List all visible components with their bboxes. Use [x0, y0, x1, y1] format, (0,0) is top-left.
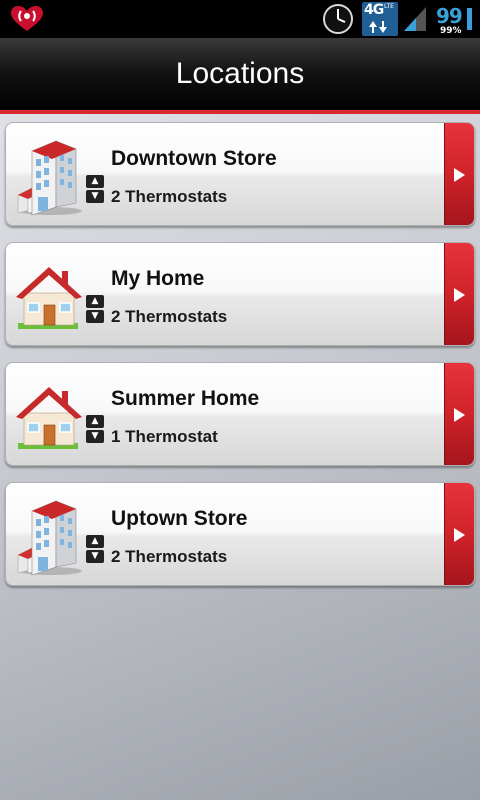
- location-name: Summer Home: [111, 387, 260, 410]
- thermostat-count: 1 Thermostat: [111, 427, 218, 446]
- location-row-uptown-store[interactable]: ▲ ▼ Uptown Store 2 Thermostats: [5, 482, 475, 586]
- move-up-button[interactable]: ▲: [86, 175, 104, 188]
- battery-percent: 99%: [440, 26, 462, 36]
- signal-strength-icon: [404, 7, 426, 31]
- network-4g-indicator: 4G LTE: [362, 2, 398, 36]
- battery-indicator: 99 99%: [436, 2, 472, 36]
- move-down-button[interactable]: ▼: [86, 310, 104, 323]
- house-icon: [16, 387, 82, 449]
- location-name: Uptown Store: [111, 507, 248, 530]
- thermostat-count: 2 Thermostats: [111, 187, 228, 206]
- building-icon: [17, 140, 82, 216]
- iheartradio-icon: [11, 6, 43, 31]
- app-header: Locations: [0, 38, 480, 114]
- location-row-my-home[interactable]: ▲ ▼ My Home 2 Thermostats: [5, 242, 475, 346]
- building-icon: [17, 500, 82, 576]
- data-arrows-icon: [369, 21, 387, 33]
- chevron-right-icon: [454, 528, 465, 542]
- reorder-control: ▲ ▼: [86, 415, 104, 445]
- move-down-button[interactable]: ▼: [86, 190, 104, 203]
- reorder-control: ▲ ▼: [86, 535, 104, 565]
- chevron-right-icon: [454, 168, 465, 182]
- move-down-button[interactable]: ▼: [86, 550, 104, 563]
- page-title: Locations: [175, 57, 305, 90]
- chevron-right-icon: [454, 288, 465, 302]
- location-row-summer-home[interactable]: ▲ ▼ Summer Home 1 Thermostat: [5, 362, 475, 466]
- network-sub-label: LTE: [384, 3, 394, 10]
- location-row-downtown-store[interactable]: ▲ ▼ Downtown Store 2 Thermostats: [5, 122, 475, 226]
- move-up-button[interactable]: ▲: [86, 295, 104, 308]
- house-icon: [16, 267, 82, 329]
- move-down-button[interactable]: ▼: [86, 430, 104, 443]
- status-bar: 4G LTE 99 99%: [0, 0, 480, 38]
- move-up-button[interactable]: ▲: [86, 415, 104, 428]
- open-location-button[interactable]: [444, 483, 474, 585]
- open-location-button[interactable]: [444, 363, 474, 465]
- location-name: Downtown Store: [111, 147, 277, 170]
- network-label: 4G: [364, 2, 384, 18]
- thermostat-count: 2 Thermostats: [111, 547, 228, 566]
- battery-level: 99: [436, 4, 463, 28]
- reorder-control: ▲ ▼: [86, 295, 104, 325]
- open-location-button[interactable]: [444, 123, 474, 225]
- reorder-control: ▲ ▼: [86, 175, 104, 205]
- move-up-button[interactable]: ▲: [86, 535, 104, 548]
- alarm-clock-icon: [323, 4, 353, 34]
- open-location-button[interactable]: [444, 243, 474, 345]
- battery-bar: [467, 8, 472, 30]
- thermostat-count: 2 Thermostats: [111, 307, 228, 326]
- chevron-right-icon: [454, 408, 465, 422]
- location-name: My Home: [111, 267, 205, 290]
